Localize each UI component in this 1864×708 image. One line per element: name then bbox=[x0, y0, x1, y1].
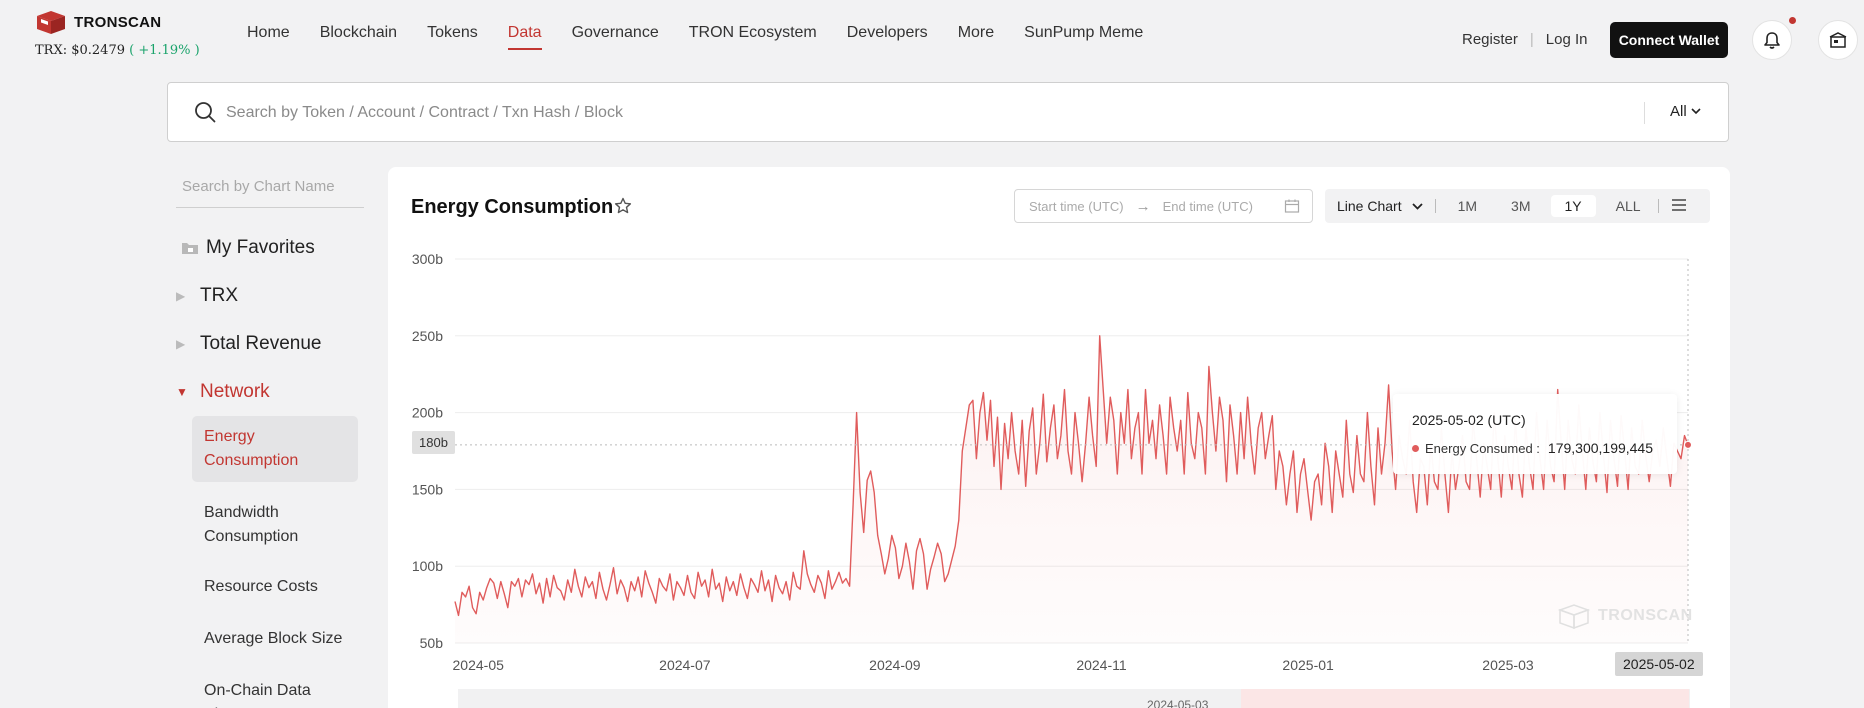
notifications-button[interactable] bbox=[1752, 20, 1792, 60]
logo-text: TRONSCAN bbox=[74, 13, 162, 31]
search-scope-label: All bbox=[1670, 103, 1687, 120]
sidebar-group-label: Total Revenue bbox=[200, 333, 322, 354]
nav-tokens[interactable]: Tokens bbox=[427, 24, 478, 50]
main-nav: Home Blockchain Tokens Data Governance T… bbox=[247, 24, 1173, 50]
chart-controls: Line Chart 1M 3M 1Y ALL bbox=[1325, 189, 1710, 223]
bell-icon bbox=[1764, 31, 1780, 49]
search-icon bbox=[195, 102, 216, 123]
search-scope-select[interactable]: All bbox=[1670, 103, 1701, 120]
zoom-slider-label: 2024-05-03 bbox=[1147, 698, 1209, 708]
tooltip-value: 179,300,199,445 bbox=[1547, 440, 1654, 456]
search-divider bbox=[1644, 102, 1645, 124]
sidebar-item-bandwidth-consumption[interactable]: Bandwidth Consumption bbox=[192, 492, 358, 558]
crosshair-y-label: 180b bbox=[412, 431, 455, 454]
nav-sunpump-meme[interactable]: SunPump Meme bbox=[1024, 24, 1143, 50]
range-all-button[interactable]: ALL bbox=[1602, 195, 1655, 217]
chart-title: Energy Consumption bbox=[411, 196, 614, 218]
date-range-picker[interactable]: Start time (UTC) → End time (UTC) bbox=[1014, 189, 1313, 223]
menu-icon bbox=[1671, 199, 1686, 211]
favorite-star-icon[interactable] bbox=[614, 197, 632, 215]
start-time-input[interactable]: Start time (UTC) bbox=[1029, 199, 1124, 214]
login-link[interactable]: Log In bbox=[1546, 31, 1588, 48]
tooltip-row: Energy Consumed : 179,300,199,445 bbox=[1412, 440, 1653, 456]
chart-type-select[interactable]: Line Chart bbox=[1325, 198, 1435, 214]
calendar-icon bbox=[1284, 199, 1300, 213]
tooltip-series-dot bbox=[1412, 444, 1419, 452]
chart-search-input[interactable] bbox=[176, 168, 364, 208]
end-time-input[interactable]: End time (UTC) bbox=[1163, 199, 1253, 214]
chart-sidebar: My Favorites ▶ TRX ▶ Total Revenue ▼ Net… bbox=[176, 168, 376, 708]
caret-right-icon: ▶ bbox=[176, 337, 186, 351]
tronscan-logo-icon bbox=[37, 11, 65, 34]
notification-dot bbox=[1789, 17, 1796, 24]
tooltip-series-name: Energy Consumed : bbox=[1425, 440, 1540, 456]
sidebar-item-on-chain-data-size[interactable]: On-Chain Data Size bbox=[192, 670, 358, 708]
folder-icon bbox=[182, 243, 198, 254]
nav-tron-ecosystem[interactable]: TRON Ecosystem bbox=[689, 24, 817, 50]
global-search: All bbox=[167, 82, 1729, 142]
arrow-right-icon: → bbox=[1135, 197, 1151, 215]
tooltip-date: 2025-05-02 (UTC) bbox=[1412, 412, 1526, 428]
chevron-down-icon bbox=[1691, 108, 1701, 115]
tronscan-watermark-icon bbox=[1557, 604, 1591, 629]
chart-type-label: Line Chart bbox=[1337, 198, 1402, 214]
caret-right-icon: ▶ bbox=[176, 289, 186, 303]
crosshair-x-label: 2025-05-02 bbox=[1615, 652, 1703, 676]
logo[interactable]: TRONSCAN bbox=[34, 9, 161, 35]
sidebar-group-label: TRX bbox=[200, 285, 238, 306]
watermark-text: TRONSCAN bbox=[1598, 607, 1693, 624]
rewards-button[interactable] bbox=[1818, 20, 1858, 60]
sidebar-my-favorites[interactable]: My Favorites bbox=[176, 224, 376, 272]
sidebar-group-network[interactable]: ▼ Network bbox=[176, 368, 376, 416]
sidebar-favorites-label: My Favorites bbox=[206, 237, 315, 258]
sidebar-item-resource-costs[interactable]: Resource Costs bbox=[192, 566, 358, 608]
sidebar-group-trx[interactable]: ▶ TRX bbox=[176, 272, 376, 320]
header: TRONSCAN TRX: $0.2479 ( +1.19% ) Home Bl… bbox=[0, 0, 1864, 74]
nav-more[interactable]: More bbox=[958, 24, 994, 50]
sidebar-group-label: Network bbox=[200, 381, 270, 402]
chart-menu-button[interactable] bbox=[1659, 198, 1699, 214]
price-value: $0.2479 bbox=[71, 43, 125, 58]
range-3m-button[interactable]: 3M bbox=[1497, 195, 1544, 217]
chevron-down-icon bbox=[1411, 202, 1423, 210]
connect-wallet-button[interactable]: Connect Wallet bbox=[1610, 22, 1728, 58]
chart-tooltip: 2025-05-02 (UTC) Energy Consumed : 179,3… bbox=[1393, 394, 1677, 474]
register-link[interactable]: Register bbox=[1462, 31, 1518, 48]
caret-down-icon: ▼ bbox=[176, 385, 188, 399]
nav-developers[interactable]: Developers bbox=[847, 24, 928, 50]
watermark: TRONSCAN bbox=[1556, 603, 1693, 629]
nav-home[interactable]: Home bbox=[247, 24, 290, 50]
auth-divider: | bbox=[1529, 31, 1534, 48]
sidebar-item-average-block-size[interactable]: Average Block Size bbox=[192, 618, 358, 660]
nav-governance[interactable]: Governance bbox=[572, 24, 659, 50]
price-label: TRX: bbox=[35, 43, 68, 58]
sidebar-item-energy-consumption[interactable]: Energy Consumption bbox=[192, 416, 358, 482]
nav-data[interactable]: Data bbox=[508, 24, 542, 50]
box-icon bbox=[1829, 32, 1847, 48]
search-input[interactable] bbox=[226, 95, 1526, 131]
nav-blockchain[interactable]: Blockchain bbox=[320, 24, 397, 50]
zoom-slider-selection[interactable] bbox=[1241, 689, 1689, 708]
auth-links: Register | Log In bbox=[1462, 31, 1587, 48]
trx-price: TRX: $0.2479 ( +1.19% ) bbox=[35, 43, 200, 58]
range-1m-button[interactable]: 1M bbox=[1444, 195, 1491, 217]
range-1y-button[interactable]: 1Y bbox=[1550, 195, 1596, 217]
controls-divider bbox=[1434, 199, 1436, 213]
price-change: ( +1.19% ) bbox=[129, 43, 200, 58]
sidebar-group-total-revenue[interactable]: ▶ Total Revenue bbox=[176, 320, 376, 368]
